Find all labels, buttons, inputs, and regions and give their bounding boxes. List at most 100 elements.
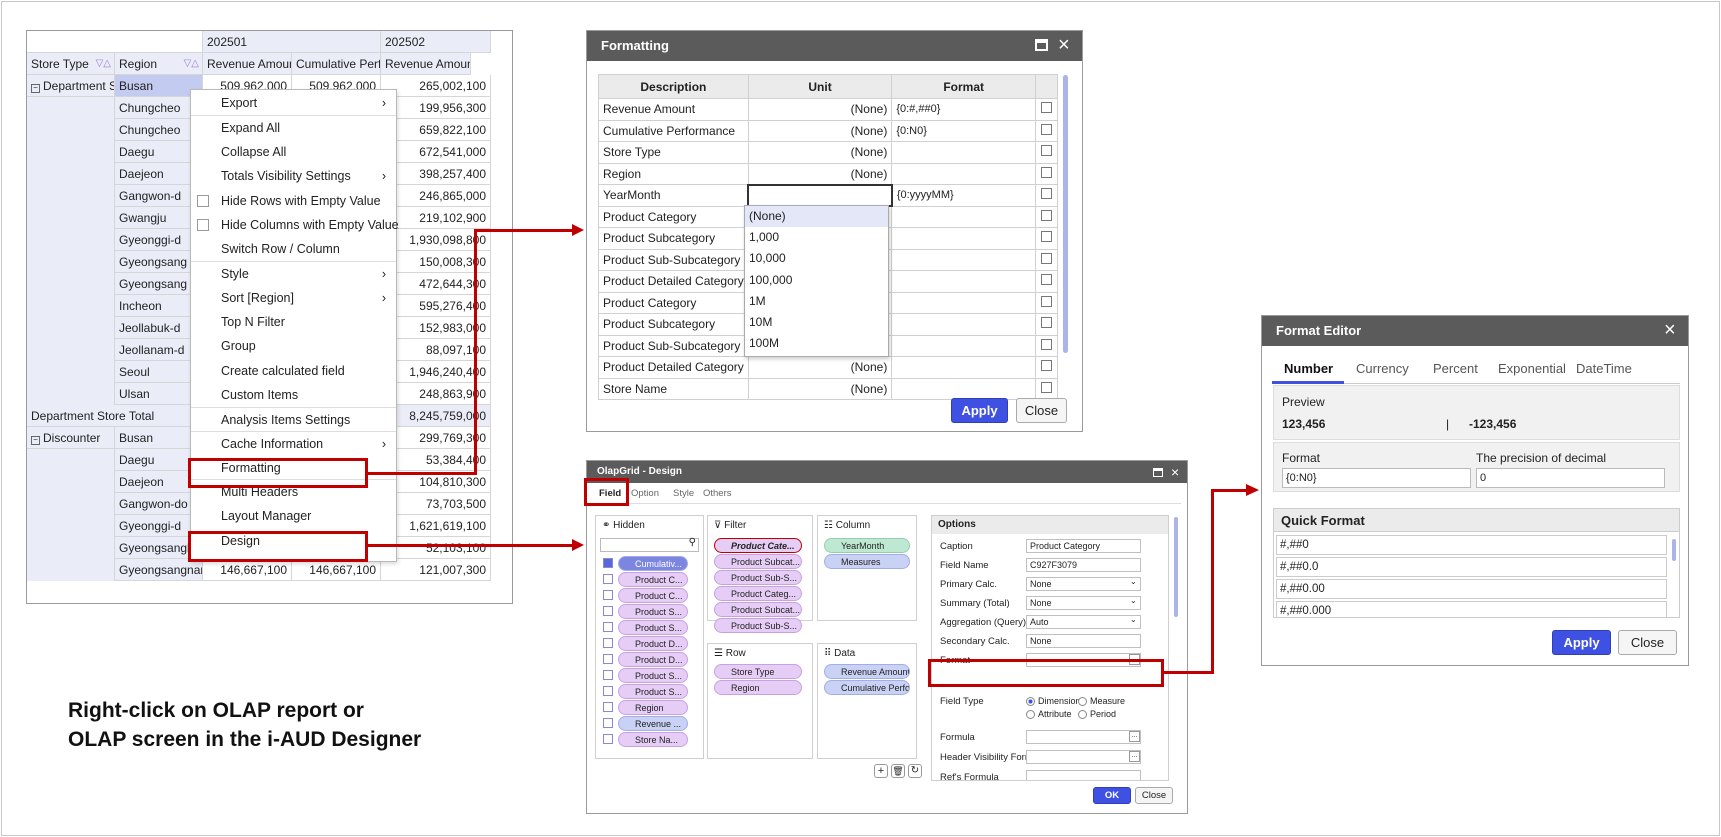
- format-editor-cell[interactable]: [1035, 334, 1058, 357]
- hidden-search-input[interactable]: ⚲: [600, 537, 699, 552]
- menu-item-layout-manager[interactable]: Layout Manager: [191, 505, 396, 527]
- design-tab-option[interactable]: Option: [631, 488, 659, 499]
- hidden-field-chip[interactable]: Product S...: [618, 620, 688, 635]
- unit-option[interactable]: 10,000: [745, 248, 888, 269]
- column-items-chip[interactable]: Measures: [824, 554, 910, 569]
- close-icon[interactable]: ×: [1058, 33, 1070, 57]
- checkbox[interactable]: [603, 702, 613, 712]
- menu-item-collapse-all[interactable]: Collapse All: [191, 141, 396, 163]
- value-cell[interactable]: 398,257,400: [381, 163, 491, 185]
- quick-format-item[interactable]: #,##0: [1276, 535, 1667, 555]
- unit-cell[interactable]: (None): [747, 98, 893, 121]
- collapse-icon[interactable]: −: [31, 84, 40, 93]
- hidden-field-chip[interactable]: Cumulativ...: [618, 556, 688, 571]
- hidden-field-chip[interactable]: Store Na...: [618, 732, 688, 747]
- menu-item-export[interactable]: Export ›: [191, 92, 396, 114]
- column-header[interactable]: Store Type ▽△: [27, 53, 115, 75]
- menu-item-cache-information[interactable]: Cache Information ›: [191, 433, 396, 455]
- format-cell[interactable]: [891, 141, 1036, 164]
- unit-cell[interactable]: [747, 183, 893, 207]
- precision-input[interactable]: 0: [1476, 468, 1665, 488]
- column-header[interactable]: Cumulative Perfo: [292, 53, 381, 75]
- value-cell[interactable]: 52,103,100: [381, 537, 491, 559]
- checkbox[interactable]: [603, 574, 613, 584]
- store-type-cell[interactable]: − Discounter: [27, 427, 115, 449]
- filter-items-chip[interactable]: Product Cate...: [714, 538, 802, 553]
- filter-items-chip[interactable]: Product Subcat...: [714, 602, 802, 617]
- format-cell[interactable]: [891, 205, 1036, 228]
- column-header[interactable]: Revenue Amount: [203, 53, 292, 75]
- format-editor-cell[interactable]: [1035, 227, 1058, 250]
- format-cell[interactable]: [891, 356, 1036, 379]
- hidden-field-chip[interactable]: Product S...: [618, 684, 688, 699]
- hidden-field-chip[interactable]: Product D...: [618, 652, 688, 667]
- format-cell[interactable]: [891, 291, 1036, 314]
- radio-dimension[interactable]: [1026, 697, 1035, 706]
- row-items-chip[interactable]: Store Type: [714, 664, 802, 679]
- format-cell[interactable]: {0:#,##0}: [891, 98, 1036, 121]
- format-cell[interactable]: [891, 162, 1036, 185]
- hidden-field-chip[interactable]: Product S...: [618, 604, 688, 619]
- external-link-icon[interactable]: [1041, 360, 1052, 372]
- hidden-field-chip[interactable]: Revenue ...: [618, 716, 688, 731]
- column-items-chip[interactable]: YearMonth: [824, 538, 910, 553]
- radio-attribute[interactable]: [1026, 710, 1035, 719]
- external-link-icon[interactable]: [1041, 231, 1052, 243]
- value-cell[interactable]: 146,667,100: [203, 559, 292, 581]
- format-editor-apply-button[interactable]: Apply: [1552, 630, 1611, 655]
- menu-item-switch-row-column[interactable]: Switch Row / Column: [191, 238, 396, 260]
- quick-format-item[interactable]: #,##0.000: [1276, 601, 1667, 617]
- checkbox[interactable]: [197, 219, 209, 231]
- format-tab-currency[interactable]: Currency: [1356, 361, 1409, 376]
- menu-item-custom-items[interactable]: Custom Items: [191, 384, 396, 406]
- value-cell[interactable]: 199,956,300: [381, 97, 491, 119]
- filter-items-chip[interactable]: Product Subcat...: [714, 554, 802, 569]
- checkbox[interactable]: [603, 718, 613, 728]
- checkbox[interactable]: [603, 654, 613, 664]
- unit-option[interactable]: 1,000: [745, 227, 888, 248]
- option-input[interactable]: None: [1026, 577, 1141, 591]
- external-link-icon[interactable]: [1041, 166, 1052, 178]
- format-editor-cell[interactable]: [1035, 98, 1058, 121]
- format-editor-cell[interactable]: [1035, 162, 1058, 185]
- external-link-icon[interactable]: [1041, 274, 1052, 286]
- quick-format-item[interactable]: #,##0.0: [1276, 557, 1667, 577]
- value-cell[interactable]: 246,865,000: [381, 185, 491, 207]
- formula-input[interactable]: [1026, 730, 1141, 744]
- format-editor-cell[interactable]: [1035, 313, 1058, 336]
- menu-item-expand-all[interactable]: Expand All: [191, 117, 396, 139]
- radio-period[interactable]: [1078, 710, 1087, 719]
- unit-cell[interactable]: (None): [747, 356, 893, 379]
- format-tab-number[interactable]: Number: [1284, 361, 1333, 376]
- ref-formula-input[interactable]: [1026, 770, 1141, 780]
- formatting-scrollbar[interactable]: [1063, 75, 1068, 353]
- external-link-icon[interactable]: [1041, 188, 1052, 200]
- format-cell[interactable]: [891, 334, 1036, 357]
- value-cell[interactable]: 659,822,100: [381, 119, 491, 141]
- table-row[interactable]: Product Detailed Category (None): [598, 356, 1058, 379]
- menu-item-style[interactable]: Style ›: [191, 263, 396, 285]
- filter-items-chip[interactable]: Product Sub-S...: [714, 570, 802, 585]
- unit-dropdown[interactable]: (None) 1,000 10,000 100,000 1M 10M 100M: [744, 205, 889, 357]
- menu-item-group[interactable]: Group: [191, 335, 396, 357]
- filter-items-chip[interactable]: Product Sub-S...: [714, 618, 802, 633]
- table-row[interactable]: Region (None): [598, 162, 1058, 185]
- format-cell[interactable]: [891, 248, 1036, 271]
- subtotal-row-header[interactable]: Department Store Total: [27, 405, 203, 427]
- format-editor-cell[interactable]: [1035, 248, 1058, 271]
- hidden-field-chip[interactable]: Product S...: [618, 668, 688, 683]
- data-items-chip[interactable]: Revenue Amount: [824, 664, 910, 679]
- store-type-cell[interactable]: − Department St: [27, 75, 115, 97]
- filter-items-chip[interactable]: Product Categ...: [714, 586, 802, 601]
- format-editor-close-button[interactable]: Close: [1618, 630, 1677, 655]
- maximize-icon[interactable]: [1153, 468, 1163, 477]
- external-link-icon[interactable]: [1041, 209, 1052, 221]
- region-cell[interactable]: Gyeongsangnam: [115, 559, 203, 581]
- checkbox[interactable]: [197, 195, 209, 207]
- value-cell[interactable]: 73,703,500: [381, 493, 491, 515]
- value-cell[interactable]: 121,007,300: [381, 559, 491, 581]
- option-input[interactable]: Auto: [1026, 615, 1141, 629]
- external-link-icon[interactable]: [1041, 145, 1052, 157]
- column-header[interactable]: Revenue Amoun: [381, 53, 471, 75]
- maximize-icon[interactable]: [1035, 39, 1048, 51]
